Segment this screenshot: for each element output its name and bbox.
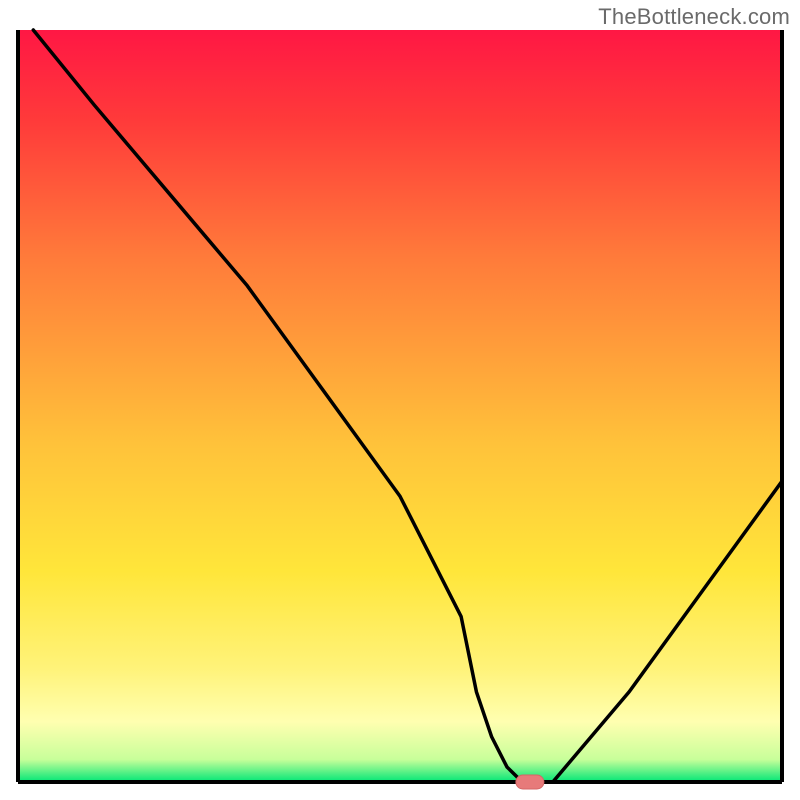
optimal-marker [516, 775, 544, 789]
watermark-text: TheBottleneck.com [598, 4, 790, 30]
chart-svg [0, 0, 800, 800]
plot-area [18, 30, 782, 782]
bottleneck-chart: TheBottleneck.com [0, 0, 800, 800]
